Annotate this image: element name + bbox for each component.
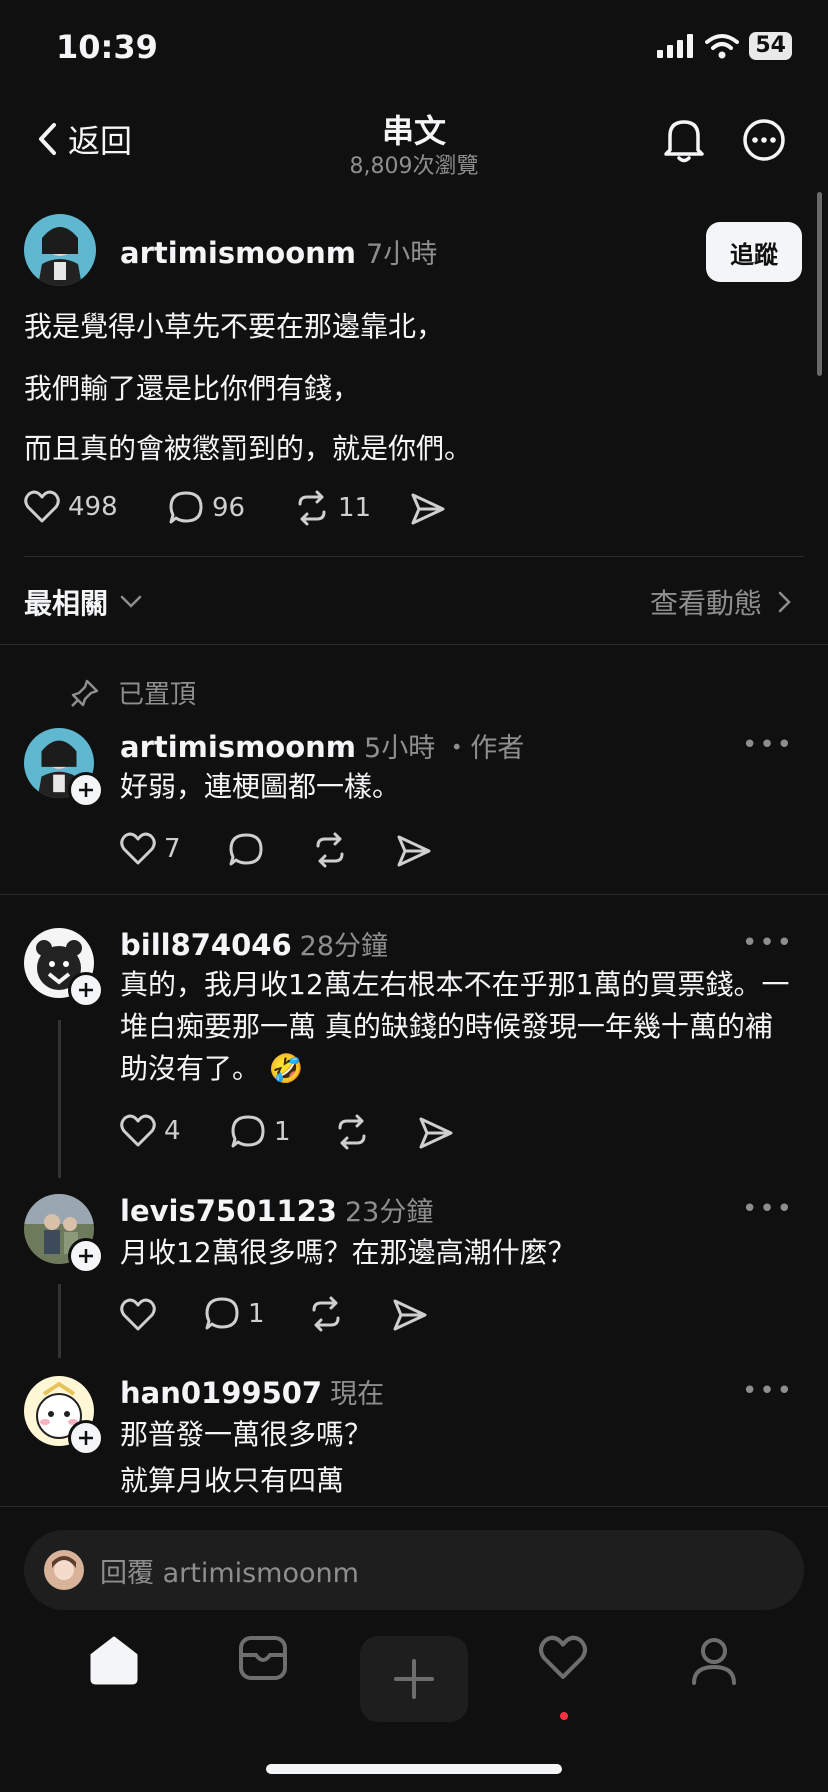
send-icon[interactable] xyxy=(418,1116,454,1150)
comment-author: han0199507 現在 xyxy=(120,1372,384,1411)
divider xyxy=(0,1506,828,1507)
divider xyxy=(0,894,828,895)
reply-button[interactable]: 1 xyxy=(204,1296,265,1332)
send-icon[interactable] xyxy=(392,1298,428,1332)
repost-icon[interactable] xyxy=(334,1114,370,1150)
post-time: 7小時 xyxy=(366,239,438,270)
like-button[interactable]: 4 xyxy=(120,1114,181,1148)
comment-text: 真的，我月收12萬左右根本不在乎那1萬的買票錢。一堆白痴要那一萬 真的缺錢的時候… xyxy=(120,968,790,1085)
create-button[interactable] xyxy=(360,1636,468,1722)
avatar xyxy=(44,1550,84,1590)
follow-button[interactable]: 追蹤 xyxy=(706,222,802,282)
comment-username[interactable]: bill874046 xyxy=(120,928,292,962)
repost-count: 11 xyxy=(338,493,372,523)
pinned-indicator: 已置頂 xyxy=(70,674,196,711)
home-icon[interactable] xyxy=(88,1635,140,1685)
sort-dropdown[interactable]: 最相關 xyxy=(24,582,142,622)
reply-placeholder: 回覆 artimismoonm xyxy=(100,1557,359,1589)
comment-author: artimismoonm 5小時 ・作者 xyxy=(120,726,524,765)
reply-button[interactable]: 1 xyxy=(230,1114,291,1150)
avatar[interactable] xyxy=(24,214,96,286)
more-options-icon[interactable] xyxy=(742,118,786,162)
divider xyxy=(24,556,804,557)
follow-plus-icon[interactable] xyxy=(68,1238,104,1274)
comment-icon[interactable] xyxy=(228,832,264,868)
comment-text: 就算月收只有四萬 xyxy=(120,1464,345,1497)
comment-username[interactable]: han0199507 xyxy=(120,1376,322,1410)
heart-icon[interactable] xyxy=(120,1298,156,1332)
battery-level: 54 xyxy=(749,32,792,60)
repost-button[interactable]: 11 xyxy=(294,490,371,526)
home-indicator xyxy=(266,1764,562,1774)
avatar-illustration xyxy=(38,227,82,286)
thread-line xyxy=(58,1284,61,1358)
follow-plus-icon[interactable] xyxy=(68,972,104,1008)
comment-more-icon[interactable]: ••• xyxy=(742,730,794,760)
follow-plus-icon[interactable] xyxy=(68,772,104,808)
like-count: 7 xyxy=(164,834,181,864)
pin-icon xyxy=(71,679,99,707)
pinned-label: 已置頂 xyxy=(118,680,197,710)
comment-text: 好弱，連梗圖都一樣。 xyxy=(120,770,401,803)
comment-more-icon[interactable]: ••• xyxy=(742,1194,794,1224)
like-button[interactable]: 498 xyxy=(24,490,118,524)
comment-time: 現在 xyxy=(330,1379,385,1410)
comment-username[interactable]: artimismoonm xyxy=(120,730,356,764)
scrollbar[interactable] xyxy=(817,192,822,376)
chevron-down-icon xyxy=(120,595,142,608)
send-icon[interactable] xyxy=(396,834,432,868)
repost-icon xyxy=(298,490,326,526)
reply-count: 96 xyxy=(212,493,246,523)
send-icon[interactable] xyxy=(410,492,446,526)
post-username[interactable]: artimismoonm xyxy=(120,236,356,270)
comment-author: levis7501123 23分鐘 xyxy=(120,1190,433,1229)
plus-icon xyxy=(394,1659,434,1699)
comment-icon xyxy=(169,491,203,524)
cellular-signal-icon xyxy=(657,34,694,58)
inbox-icon[interactable] xyxy=(238,1635,288,1681)
heart-icon xyxy=(24,490,60,523)
comment-icon xyxy=(205,1297,239,1330)
post-line: 而且真的會被懲罰到的，就是你們。 xyxy=(24,432,473,465)
post-author: artimismoonm 7小時 xyxy=(120,232,437,271)
status-time: 10:39 xyxy=(56,28,158,66)
follow-plus-icon[interactable] xyxy=(68,1420,104,1456)
comment-username[interactable]: levis7501123 xyxy=(120,1194,337,1228)
author-badge: ・作者 xyxy=(443,733,525,764)
comment-time: 23分鐘 xyxy=(344,1197,434,1228)
post-line: 我是覺得小草先不要在那邊靠北， xyxy=(24,310,445,343)
comment-text: 月收12萬很多嗎？在那邊高潮什麼？ xyxy=(120,1236,576,1269)
divider xyxy=(0,644,828,645)
comment-author: bill874046 28分鐘 xyxy=(120,924,388,963)
reply-button[interactable]: 96 xyxy=(168,490,245,526)
comment-text: 那普發一萬很多嗎？ xyxy=(120,1418,373,1451)
reply-count: 1 xyxy=(274,1117,291,1147)
repost-icon[interactable] xyxy=(308,1296,344,1332)
chevron-right-icon xyxy=(778,591,791,613)
post-line: 我們輸了還是比你們有錢， xyxy=(24,372,361,405)
reply-input[interactable]: 回覆 artimismoonm xyxy=(24,1530,804,1610)
repost-icon[interactable] xyxy=(312,832,348,868)
comment-time: 5小時 xyxy=(364,733,436,764)
comment-icon xyxy=(231,1115,265,1148)
profile-icon[interactable] xyxy=(690,1635,738,1685)
comment-more-icon[interactable]: ••• xyxy=(742,928,794,958)
view-activity-label: 查看動態 xyxy=(649,587,762,620)
heart-icon xyxy=(120,1114,156,1147)
wifi-icon xyxy=(705,34,740,59)
reply-count: 1 xyxy=(248,1299,265,1329)
like-count: 498 xyxy=(68,492,118,522)
thread-line xyxy=(58,1020,61,1178)
comment-time: 28分鐘 xyxy=(299,931,389,962)
activity-heart-icon[interactable] xyxy=(538,1635,588,1681)
notification-dot xyxy=(560,1712,568,1720)
view-activity-link[interactable]: 查看動態 xyxy=(650,582,792,622)
like-button[interactable]: 7 xyxy=(120,832,181,866)
status-icons: 54 xyxy=(657,32,792,60)
bell-icon[interactable] xyxy=(662,116,706,164)
comment-more-icon[interactable]: ••• xyxy=(742,1376,794,1406)
like-count: 4 xyxy=(164,1116,181,1146)
heart-icon xyxy=(120,832,156,865)
sort-label: 最相關 xyxy=(24,587,109,620)
